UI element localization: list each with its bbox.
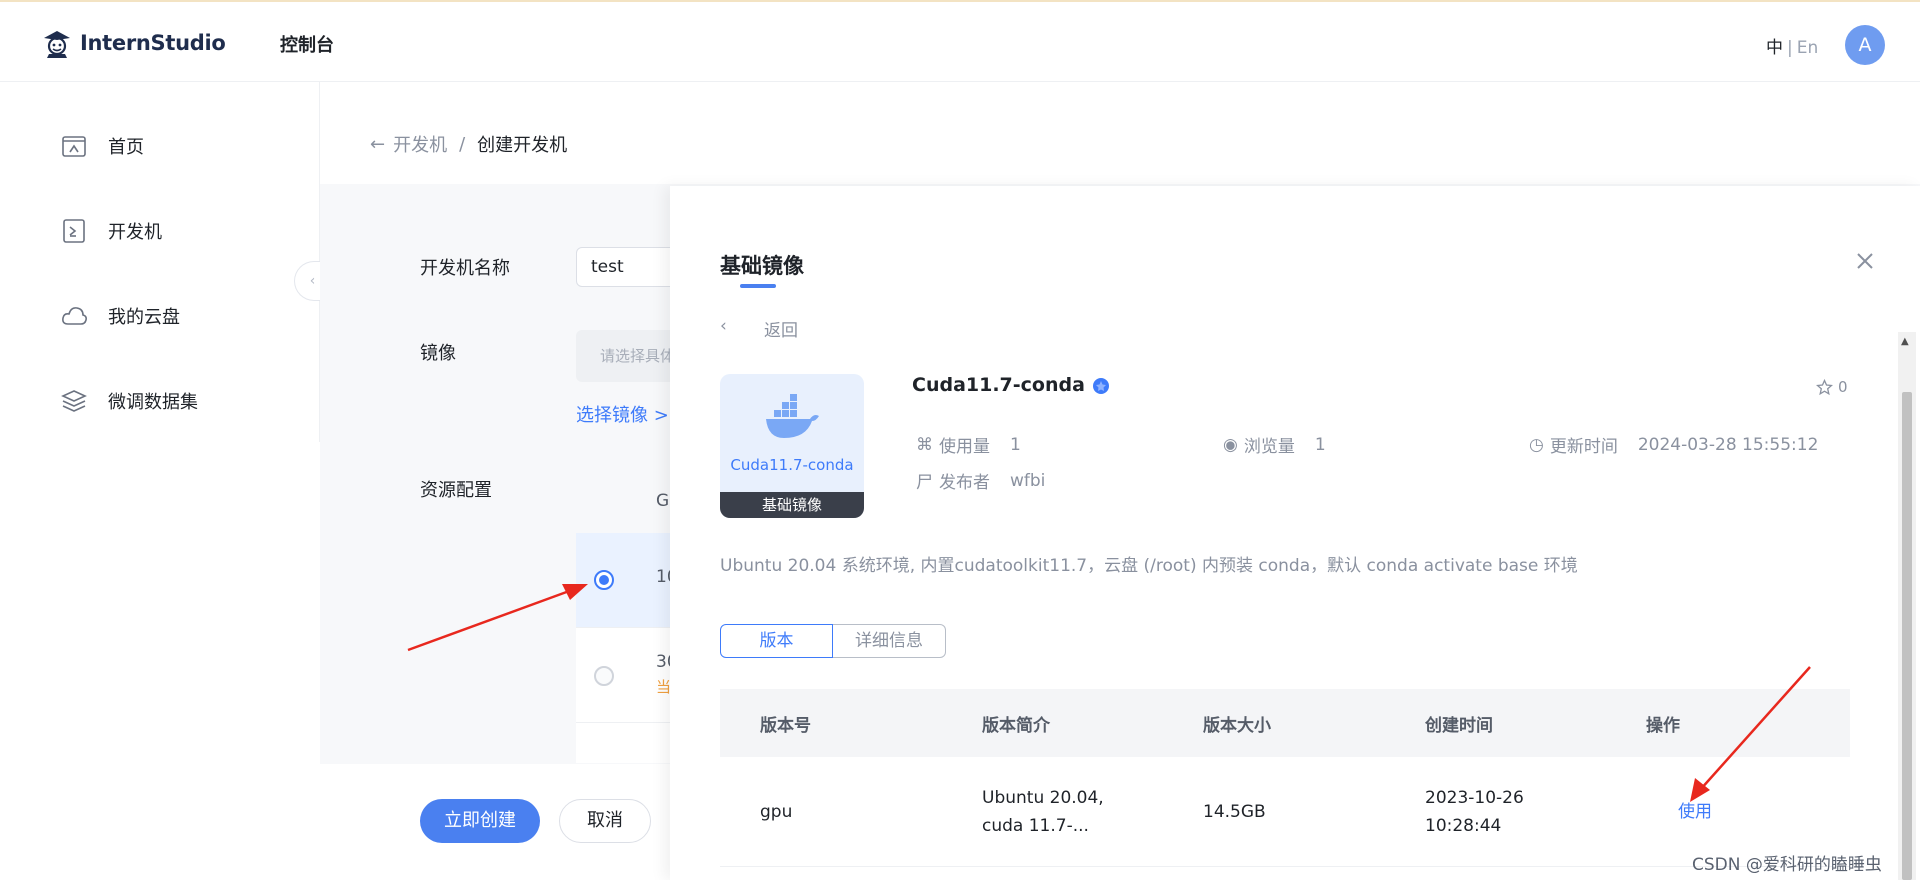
drawer-title: 基础镜像 bbox=[720, 254, 804, 278]
usage-meta: ⌘ 使用量 1 bbox=[916, 432, 1021, 458]
eye-icon: ◉ bbox=[1223, 434, 1238, 455]
terminal-icon bbox=[63, 219, 85, 243]
usage-icon: ⌘ bbox=[916, 434, 933, 455]
resource-radio-selected[interactable] bbox=[594, 570, 614, 590]
sidebar-item-home[interactable]: 首页 bbox=[60, 132, 144, 160]
arrow-left-icon[interactable]: ← bbox=[370, 134, 385, 155]
version-created-time: 10:28:44 bbox=[1425, 816, 1502, 836]
chevron-left-icon: ‹ bbox=[309, 273, 316, 289]
usage-label: 使用量 bbox=[939, 437, 990, 457]
column-header: 创建时间 bbox=[1425, 716, 1493, 736]
app-header: InternStudio 控制台 中 | En A bbox=[0, 2, 1920, 82]
watermark: CSDN @爱科研的瞌睡虫 bbox=[1692, 855, 1882, 875]
image-label: 镜像 bbox=[420, 343, 456, 364]
base-image-drawer: 基础镜像 ‹ 返回 Cuda11.7-conda 基础镜像 Cuda11.7-c… bbox=[670, 186, 1920, 880]
tab-details[interactable]: 详细信息 bbox=[833, 624, 946, 658]
logo-text: InternStudio bbox=[80, 31, 226, 55]
select-image-link[interactable]: 选择镜像 > bbox=[576, 401, 669, 427]
sidebar: 首页 开发机 我的云盘 微调数据集 bbox=[0, 82, 320, 442]
column-header: 版本大小 bbox=[1203, 716, 1271, 736]
views-meta: ◉ 浏览量 1 bbox=[1223, 432, 1326, 458]
favorite-button[interactable]: 0 bbox=[1816, 378, 1848, 396]
chevron-left-icon[interactable]: ‹ bbox=[720, 320, 727, 336]
official-badge-icon bbox=[1092, 378, 1109, 394]
versions-table-header: 版本号 版本简介 版本大小 创建时间 操作 bbox=[720, 689, 1850, 757]
views-label: 浏览量 bbox=[1243, 437, 1295, 457]
versions-table: 版本号 版本简介 版本大小 创建时间 操作 gpu Ubuntu 20.04, … bbox=[720, 689, 1850, 880]
version-id: gpu bbox=[760, 802, 793, 822]
star-count: 0 bbox=[1838, 378, 1848, 396]
updated-meta: ◷ 更新时间 2024-03-28 15:55:12 bbox=[1529, 432, 1819, 458]
logo-mascot-icon bbox=[44, 31, 70, 58]
breadcrumb-parent[interactable]: 开发机 bbox=[393, 131, 447, 157]
use-version-link[interactable]: 使用 bbox=[1678, 798, 1712, 826]
views-value: 1 bbox=[1314, 434, 1326, 455]
table-row: gpu Ubuntu 20.04, cuda 11.7-... 14.5GB 2… bbox=[720, 757, 1850, 867]
sidebar-item-label: 我的云盘 bbox=[108, 307, 180, 328]
create-button[interactable]: 立即创建 bbox=[420, 799, 540, 843]
version-tabs: 版本 详细信息 bbox=[720, 624, 946, 658]
scroll-up-icon[interactable]: ▲ bbox=[1901, 336, 1909, 347]
version-created-date: 2023-10-26 bbox=[1425, 788, 1524, 808]
sidebar-item-cloud[interactable]: 我的云盘 bbox=[60, 302, 180, 330]
drawer-title-underline bbox=[740, 284, 776, 288]
version-summary-line2: cuda 11.7-... bbox=[982, 816, 1089, 836]
version-size: 14.5GB bbox=[1203, 802, 1266, 822]
home-icon bbox=[62, 136, 86, 157]
updated-value: 2024-03-28 15:55:12 bbox=[1637, 434, 1819, 455]
back-row[interactable]: ‹ 返回 bbox=[720, 320, 1890, 338]
lang-en[interactable]: En bbox=[1797, 38, 1819, 58]
thumbnail-badge: 基础镜像 bbox=[720, 492, 864, 518]
column-header: 版本号 bbox=[760, 716, 811, 736]
version-summary-line1: Ubuntu 20.04, bbox=[982, 788, 1104, 808]
publisher-label: 发布者 bbox=[939, 473, 990, 493]
breadcrumb: ← 开发机 / 创建开发机 bbox=[370, 131, 567, 157]
publisher-value: wfbi bbox=[1010, 470, 1046, 491]
column-header: 操作 bbox=[1646, 716, 1680, 736]
sidebar-item-label: 首页 bbox=[108, 137, 144, 158]
logo[interactable]: InternStudio bbox=[40, 26, 226, 60]
resource-note: 当 bbox=[656, 678, 672, 696]
updated-label: 更新时间 bbox=[1549, 437, 1618, 457]
tab-versions[interactable]: 版本 bbox=[720, 624, 833, 658]
publisher-meta: 尸 发布者 wfbi bbox=[916, 468, 1046, 494]
cancel-button[interactable]: 取消 bbox=[559, 799, 651, 843]
breadcrumb-current: 创建开发机 bbox=[477, 135, 568, 156]
breadcrumb-separator: / bbox=[459, 133, 466, 155]
resource-radio[interactable] bbox=[594, 666, 614, 686]
language-switch[interactable]: 中 | En bbox=[1766, 33, 1818, 58]
sidebar-item-label: 微调数据集 bbox=[108, 392, 198, 413]
drawer-scrollbar-thumb[interactable] bbox=[1902, 392, 1912, 880]
image-description: Ubuntu 20.04 系统环境, 内置cudatoolkit11.7，云盘 … bbox=[720, 556, 1578, 576]
image-title-text: Cuda11.7-conda bbox=[912, 374, 1085, 396]
resource-label: 资源配置 bbox=[420, 480, 492, 501]
close-icon[interactable] bbox=[1852, 248, 1878, 274]
name-label: 开发机名称 bbox=[420, 258, 510, 279]
sidebar-item-label: 开发机 bbox=[108, 222, 162, 243]
console-title[interactable]: 控制台 bbox=[280, 31, 334, 57]
image-title: Cuda11.7-conda bbox=[912, 374, 1111, 396]
sidebar-item-devmachine[interactable]: 开发机 bbox=[60, 217, 162, 245]
sidebar-item-datasets[interactable]: 微调数据集 bbox=[60, 387, 198, 415]
lang-zh[interactable]: 中 bbox=[1766, 38, 1783, 58]
clock-icon: ◷ bbox=[1529, 434, 1544, 455]
usage-value: 1 bbox=[1010, 434, 1021, 455]
cloud-icon bbox=[62, 307, 87, 325]
column-header: 版本简介 bbox=[982, 716, 1050, 736]
docker-whale-icon bbox=[766, 394, 819, 438]
image-thumbnail[interactable]: Cuda11.7-conda 基础镜像 bbox=[720, 374, 864, 518]
thumbnail-name: Cuda11.7-conda bbox=[730, 456, 854, 474]
user-icon: 尸 bbox=[916, 473, 933, 493]
avatar[interactable]: A bbox=[1845, 25, 1885, 65]
lang-separator: | bbox=[1787, 38, 1793, 58]
layers-icon bbox=[61, 390, 87, 412]
back-link[interactable]: 返回 bbox=[764, 320, 798, 338]
star-icon bbox=[1816, 378, 1833, 395]
